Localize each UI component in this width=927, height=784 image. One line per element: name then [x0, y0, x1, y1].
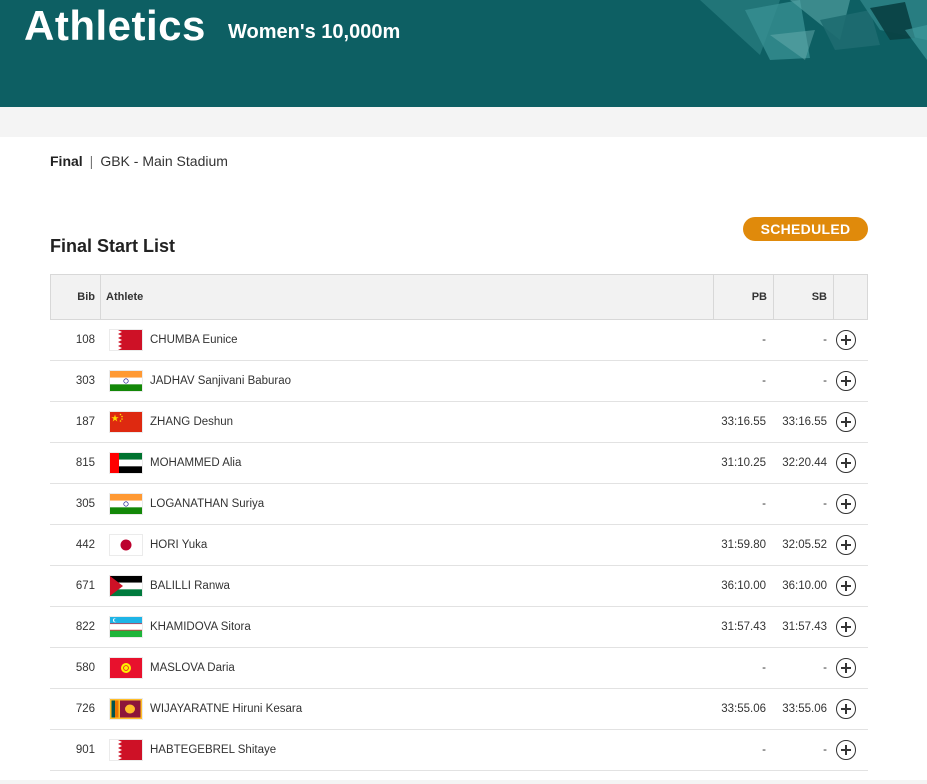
personal-best: 33:16.55	[721, 416, 766, 428]
season-best: 32:20.44	[782, 457, 827, 469]
bib-number: 187	[75, 416, 95, 428]
bahrain-flag	[110, 330, 142, 350]
season-best: -	[823, 662, 827, 674]
personal-best: -	[762, 662, 766, 674]
bib-number: 815	[75, 457, 95, 469]
table-row: 305 LOGANATHAN Suriya - -	[50, 484, 868, 525]
table-body: 108 CHUMBA Eunice - - 303 JADHAV Sanjivani Ba…	[50, 320, 868, 771]
plus-circle-icon[interactable]	[836, 658, 856, 678]
personal-best: -	[762, 375, 766, 387]
plus-circle-icon[interactable]	[836, 330, 856, 350]
footer-divider	[0, 780, 927, 784]
athlete-name[interactable]: BALILLI Ranwa	[150, 566, 230, 606]
season-best: 32:05.52	[782, 539, 827, 551]
plus-circle-icon[interactable]	[836, 740, 856, 760]
personal-best: 31:57.43	[721, 621, 766, 633]
season-best: -	[823, 375, 827, 387]
personal-best: -	[762, 498, 766, 510]
column-header-bib: Bib	[51, 275, 101, 319]
table-row: 901 HABTEGEBREL Shitaye - -	[50, 730, 868, 771]
season-best: 36:10.00	[782, 580, 827, 592]
india-flag	[110, 494, 142, 514]
athlete-name[interactable]: LOGANATHAN Suriya	[150, 484, 264, 524]
bib-number: 108	[75, 334, 95, 346]
season-best: -	[823, 334, 827, 346]
table-header: Bib Athlete PB SB	[50, 274, 868, 320]
uzbekistan-flag	[110, 617, 142, 637]
table-row: 726 WIJAYARATNE Hiruni Kesara 33:55.06 33:5…	[50, 689, 868, 730]
athlete-name[interactable]: HORI Yuka	[150, 525, 207, 565]
personal-best: -	[762, 744, 766, 756]
bib-number: 580	[75, 662, 95, 674]
table-row: 187 ZHANG Deshun 33:16.55 33:16.55	[50, 402, 868, 443]
table-row: 822 KHAMIDOVA Sitora 31:57.43 31:57.43	[50, 607, 868, 648]
uae-flag	[110, 453, 142, 473]
bib-number: 305	[75, 498, 95, 510]
bib-number: 303	[75, 375, 95, 387]
bib-number: 671	[75, 580, 95, 592]
column-header-athlete: Athlete	[106, 291, 144, 303]
table-row: 815 MOHAMMED Alia 31:10.25 32:20.44	[50, 443, 868, 484]
palestine-flag	[110, 576, 142, 596]
plus-circle-icon[interactable]	[836, 535, 856, 555]
athlete-name[interactable]: MASLOVA Daria	[150, 648, 235, 688]
athlete-name[interactable]: HABTEGEBREL Shitaye	[150, 730, 276, 770]
start-list-table: Bib Athlete PB SB 108 CHUMBA Eunice - - 303 J…	[50, 274, 868, 771]
japan-flag	[110, 535, 142, 555]
season-best: 33:16.55	[782, 416, 827, 428]
sport-title: Athletics	[24, 2, 206, 49]
personal-best: 31:59.80	[721, 539, 766, 551]
plus-circle-icon[interactable]	[836, 699, 856, 719]
bib-number: 822	[75, 621, 95, 633]
status-badge: SCHEDULED	[743, 217, 868, 241]
athlete-name[interactable]: KHAMIDOVA Sitora	[150, 607, 251, 647]
season-best: -	[823, 744, 827, 756]
season-best: 31:57.43	[782, 621, 827, 633]
event-header: Athletics Women's 10,000m	[0, 0, 927, 107]
table-row: 303 JADHAV Sanjivani Baburao - -	[50, 361, 868, 402]
bib-number: 901	[75, 744, 95, 756]
athlete-name[interactable]: JADHAV Sanjivani Baburao	[150, 361, 291, 401]
plus-circle-icon[interactable]	[836, 494, 856, 514]
sub-header-bar	[0, 107, 927, 137]
event-title: Women's 10,000m	[228, 21, 401, 43]
plus-circle-icon[interactable]	[836, 617, 856, 637]
season-best: 33:55.06	[782, 703, 827, 715]
plus-circle-icon[interactable]	[836, 371, 856, 391]
bib-number: 442	[75, 539, 95, 551]
china-flag	[110, 412, 142, 432]
table-row: 671 BALILLI Ranwa 36:10.00 36:10.00	[50, 566, 868, 607]
bib-number: 726	[75, 703, 95, 715]
personal-best: 31:10.25	[721, 457, 766, 469]
athlete-name[interactable]: WIJAYARATNE Hiruni Kesara	[150, 689, 302, 729]
sri-lanka-flag	[110, 699, 142, 719]
table-row: 580 MASLOVA Daria - -	[50, 648, 868, 689]
personal-best: 33:55.06	[721, 703, 766, 715]
athlete-name[interactable]: MOHAMMED Alia	[150, 443, 241, 483]
table-row: 442 HORI Yuka 31:59.80 32:05.52	[50, 525, 868, 566]
column-header-pb: PB	[751, 291, 767, 303]
season-best: -	[823, 498, 827, 510]
start-list-title: Final Start List	[50, 236, 176, 256]
venue-label: GBK - Main Stadium	[100, 153, 228, 169]
plus-circle-icon[interactable]	[836, 412, 856, 432]
phase-venue-line: Final | GBK - Main Stadium	[50, 153, 228, 169]
india-flag	[110, 371, 142, 391]
phase-separator: |	[89, 153, 94, 169]
table-row: 108 CHUMBA Eunice - -	[50, 320, 868, 361]
plus-circle-icon[interactable]	[836, 576, 856, 596]
plus-circle-icon[interactable]	[836, 453, 856, 473]
athlete-name[interactable]: CHUMBA Eunice	[150, 320, 238, 360]
column-header-sb: SB	[811, 291, 827, 303]
column-divider	[833, 275, 834, 319]
bahrain-flag	[110, 740, 142, 760]
personal-best: 36:10.00	[721, 580, 766, 592]
athlete-name[interactable]: ZHANG Deshun	[150, 402, 233, 442]
personal-best: -	[762, 334, 766, 346]
kyrgyzstan-flag	[110, 658, 142, 678]
phase-label: Final	[50, 153, 83, 169]
